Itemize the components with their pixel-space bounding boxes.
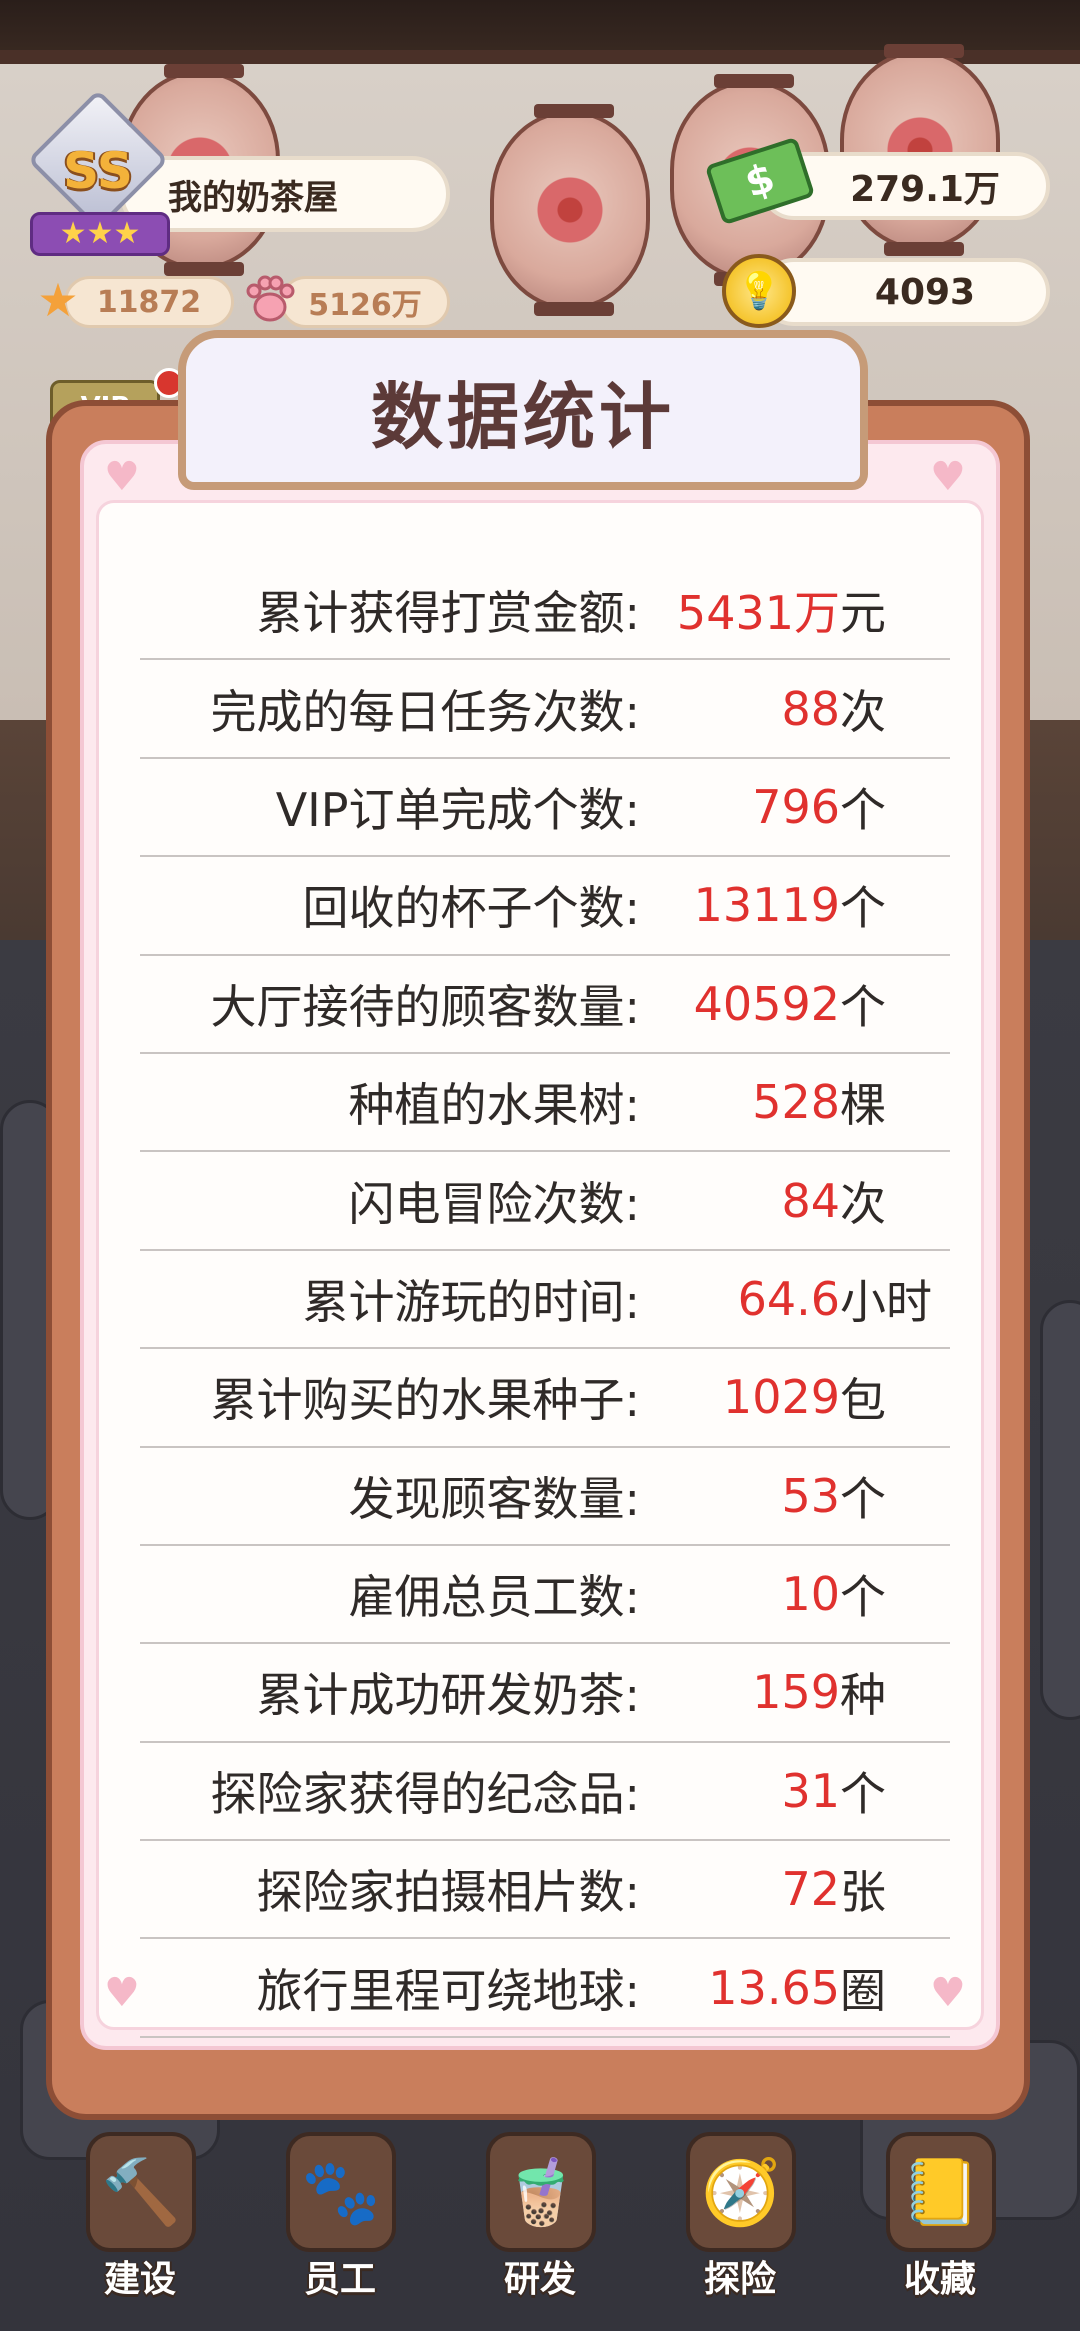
stat-value: 72	[781, 1862, 840, 1917]
stat-row: 累计获得打赏金额: 5431万元	[140, 562, 950, 661]
stat-value: 5431万	[676, 586, 840, 641]
stat-value: 159	[752, 1665, 840, 1720]
nav-build[interactable]: 🔨 建设	[60, 2128, 220, 2328]
stat-unit: 个	[840, 979, 886, 1034]
stat-label: 闪电冒险次数:	[348, 1176, 641, 1231]
milk-tea-icon: 🧋	[486, 2132, 596, 2252]
stat-value: 53	[781, 1468, 840, 1523]
nav-label: 探险	[703, 2259, 776, 2300]
paw-counter: 5126万	[280, 276, 450, 328]
stat-row: 闪电冒险次数: 84 次	[140, 1152, 950, 1251]
stat-label: 回收的杯子个数:	[302, 881, 641, 936]
stat-row: 发现顾客数量: 53 个	[140, 1448, 950, 1546]
bottom-nav: 🔨 建设 🐾 员工 🧋 研发 🧭 探险 📒 收藏	[60, 2128, 1020, 2328]
stats-list: 累计获得打赏金额: 5431万元 完成的每日任务次数: 88 次 VIP订单完成个数:…	[140, 562, 950, 2038]
stat-unit: 个	[840, 1766, 886, 1821]
stars-counter: 11872	[64, 276, 234, 328]
stat-value: 84	[781, 1173, 840, 1228]
paw-value: 5126万	[308, 288, 422, 323]
stat-row: 大厅接待的顾客数量: 40592 个	[140, 956, 950, 1054]
nav-label: 员工	[303, 2259, 376, 2300]
nav-explore[interactable]: 🧭 探险	[660, 2128, 820, 2328]
stat-unit: 张	[840, 1865, 886, 1920]
stat-unit: 个	[840, 782, 886, 837]
nav-label: 研发	[503, 2259, 576, 2300]
stat-label: 累计成功研发奶茶:	[256, 1668, 641, 1723]
stat-row: 完成的每日任务次数: 88 次	[140, 660, 950, 759]
nav-label: 建设	[103, 2259, 176, 2300]
stat-value: 13119	[693, 878, 840, 933]
stat-unit: 个	[840, 1471, 886, 1526]
stars-value: 11872	[96, 284, 202, 320]
paw-icon	[240, 270, 300, 330]
stat-row: 累计成功研发奶茶: 159 种	[140, 1644, 950, 1743]
lantern-decoration	[840, 44, 1000, 256]
nav-label: 收藏	[903, 2259, 976, 2300]
stat-unit: 次	[840, 1176, 886, 1231]
stat-value: 40592	[693, 976, 840, 1031]
hammer-icon: 🔨	[86, 2132, 196, 2252]
stat-row: 旅行里程可绕地球: 13.65 圈	[140, 1939, 950, 2038]
stat-row: 探险家拍摄相片数: 72 张	[140, 1841, 950, 1940]
stat-label: 发现顾客数量:	[348, 1471, 641, 1526]
stat-label: 旅行里程可绕地球:	[256, 1963, 641, 2018]
stat-unit: 包	[840, 1373, 886, 1428]
stat-row: 种植的水果树: 528 棵	[140, 1054, 950, 1153]
stat-label: 累计游玩的时间:	[302, 1274, 641, 1329]
star-icon: ★	[37, 273, 79, 327]
stat-unit: 棵	[840, 1078, 886, 1133]
stat-value: 88	[781, 681, 840, 736]
stat-label: 大厅接待的顾客数量:	[210, 979, 641, 1034]
ideas-value: 4093	[874, 271, 976, 313]
nav-research[interactable]: 🧋 研发	[460, 2128, 620, 2328]
stat-label: 完成的每日任务次数:	[210, 684, 641, 739]
stat-unit: 个	[840, 881, 886, 936]
nav-staff[interactable]: 🐾 员工	[260, 2128, 420, 2328]
stat-value: 13.65	[708, 1960, 840, 2015]
heart-icon: ♥	[104, 454, 140, 500]
stat-unit: 圈	[840, 1963, 886, 2018]
rank-badge[interactable]: SS ★★★	[27, 89, 170, 256]
heart-icon: ♥	[104, 1970, 140, 2016]
stat-unit: 元	[840, 586, 886, 641]
stat-row: 雇佣总员工数: 10 个	[140, 1546, 950, 1645]
stat-row: 累计购买的水果种子: 1029 包	[140, 1349, 950, 1448]
stat-label: 累计购买的水果种子:	[210, 1373, 641, 1428]
stat-value: 1029	[722, 1370, 840, 1425]
stat-label: 雇佣总员工数:	[348, 1570, 641, 1625]
stat-label: VIP订单完成个数:	[275, 782, 640, 837]
stat-value: 31	[781, 1763, 840, 1818]
stat-label: 探险家拍摄相片数:	[256, 1865, 641, 1920]
stat-value: 10	[781, 1567, 840, 1622]
stat-value: 796	[752, 779, 840, 834]
stone-wall	[1040, 1300, 1080, 1720]
rank-stars: ★★★	[30, 212, 170, 256]
stat-unit: 次	[840, 684, 886, 739]
stat-unit: 小时	[840, 1274, 932, 1329]
stat-unit: 个	[840, 1570, 886, 1625]
stat-label: 种植的水果树:	[348, 1078, 641, 1133]
money-value: 279.1万	[850, 169, 1000, 210]
stat-row: 累计游玩的时间: 64.6 小时	[140, 1251, 950, 1350]
lantern-decoration	[490, 104, 650, 316]
stat-row: 回收的杯子个数: 13119 个	[140, 857, 950, 956]
rank-text: SS	[63, 142, 133, 200]
nav-collection[interactable]: 📒 收藏	[860, 2128, 1020, 2328]
stat-unit: 种	[840, 1668, 886, 1723]
panel-title-tab: 数据统计	[178, 330, 868, 490]
stat-label: 探险家获得的纪念品:	[210, 1766, 641, 1821]
heart-icon: ♥	[930, 454, 966, 500]
panel-title: 数据统计	[370, 374, 675, 459]
stat-row: VIP订单完成个数: 796 个	[140, 759, 950, 858]
album-icon: 📒	[886, 2132, 996, 2252]
shop-name: 我的奶茶屋	[168, 177, 338, 218]
stat-value: 528	[752, 1075, 840, 1130]
stat-value: 64.6	[737, 1271, 840, 1326]
stat-row: 探险家获得的纪念品: 31 个	[140, 1743, 950, 1842]
ideas-counter[interactable]: 4093	[760, 258, 1050, 326]
compass-icon: 🧭	[686, 2132, 796, 2252]
stat-label: 累计获得打赏金额:	[256, 586, 641, 641]
paw-icon: 🐾	[286, 2132, 396, 2252]
lightbulb-icon: 💡	[722, 254, 796, 328]
